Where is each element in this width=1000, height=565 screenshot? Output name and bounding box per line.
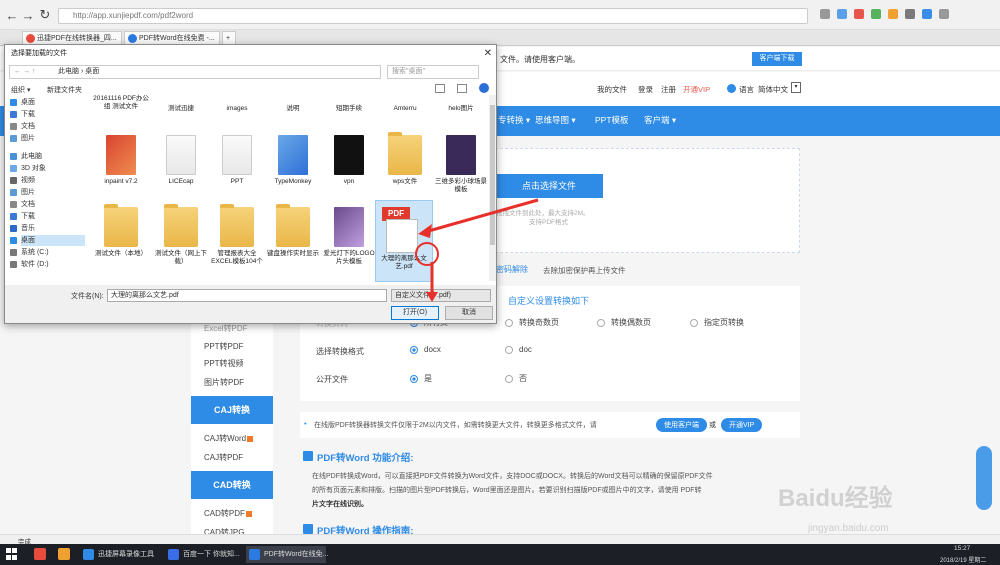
arrow-to-file xyxy=(424,198,539,234)
annotation-arrows xyxy=(415,198,539,302)
click-circle xyxy=(415,242,439,266)
arrow-head-icon xyxy=(426,292,438,302)
arrow-head-icon xyxy=(418,224,432,238)
